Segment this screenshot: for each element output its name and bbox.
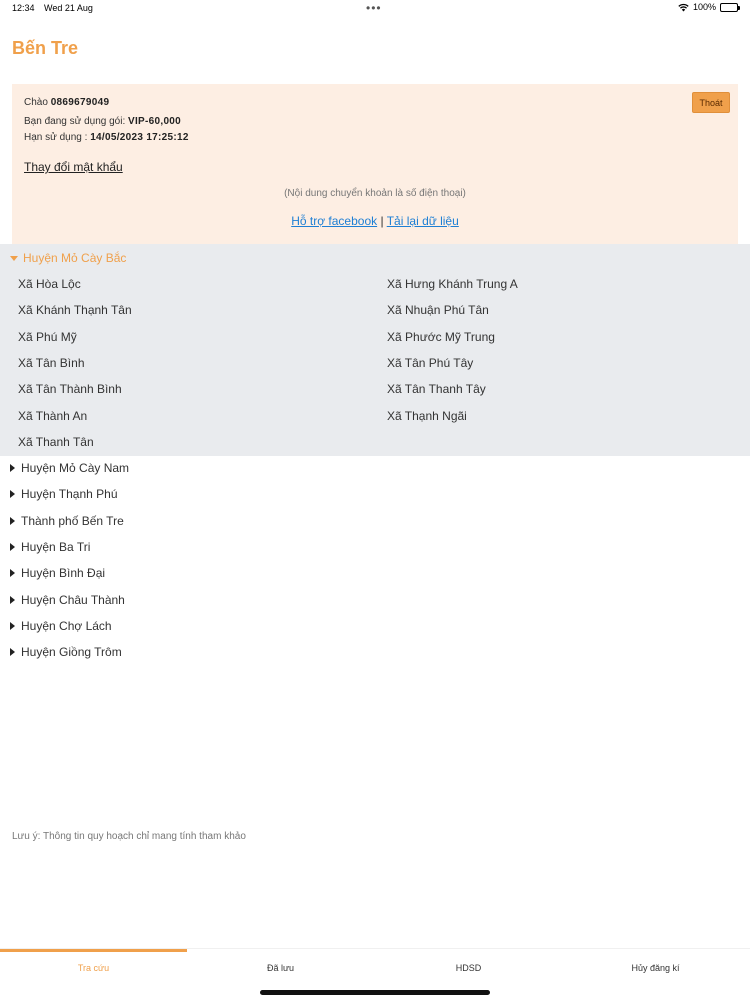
status-right: 100%: [678, 2, 740, 12]
battery-percent: 100%: [692, 2, 716, 12]
multitask-dots-icon[interactable]: •••: [366, 1, 382, 15]
expiry-label: Hạn sử dụng :: [24, 132, 88, 143]
support-links: Hỗ trợ facebook | Tải lại dữ liệu: [12, 214, 738, 228]
commune-item[interactable]: Xã Hưng Khánh Trung A: [387, 277, 518, 291]
commune-item[interactable]: Xã Khánh Thạnh Tân: [18, 303, 132, 317]
account-card: Chào 0869679049 Bạn đang sử dụng gói: VI…: [12, 84, 738, 244]
district-header-mo-cay-bac[interactable]: Huyện Mỏ Cày Bắc: [10, 251, 126, 265]
package-line: Bạn đang sử dụng gói: VIP-60,000: [24, 116, 181, 127]
wifi-icon: [678, 3, 689, 11]
district-item[interactable]: Huyện Ba Tri: [10, 540, 90, 554]
commune-item[interactable]: Xã Thành An: [18, 409, 87, 423]
commune-item[interactable]: Xã Hòa Lộc: [18, 277, 81, 291]
commune-item[interactable]: Xã Phú Mỹ: [18, 330, 77, 344]
active-tab-indicator: [0, 949, 187, 952]
home-indicator[interactable]: [260, 990, 490, 995]
district-item[interactable]: Thành phố Bến Tre: [10, 514, 124, 528]
facebook-support-link[interactable]: Hỗ trợ facebook: [291, 214, 377, 228]
status-bar: 12:34 Wed 21 Aug ••• 100%: [0, 0, 750, 18]
district-item[interactable]: Huyện Châu Thành: [10, 593, 125, 607]
district-item[interactable]: Huyện Chợ Lách: [10, 619, 112, 633]
status-time: 12:34: [12, 3, 35, 13]
caret-right-icon: [10, 648, 15, 656]
expanded-district: Huyện Mỏ Cày Bắc Xã Hòa Lộc Xã Khánh Thạ…: [0, 244, 750, 456]
district-label: Huyện Châu Thành: [21, 593, 125, 607]
commune-item[interactable]: Xã Tân Phú Tây: [387, 356, 473, 370]
caret-right-icon: [10, 490, 15, 498]
battery-icon: [720, 2, 740, 12]
page-title: Bến Tre: [12, 38, 79, 58]
district-item[interactable]: Huyện Giồng Trôm: [10, 645, 122, 659]
district-item[interactable]: Huyện Bình Đại: [10, 566, 105, 580]
caret-right-icon: [10, 464, 15, 472]
caret-right-icon: [10, 543, 15, 551]
link-separator: |: [380, 214, 384, 228]
commune-item[interactable]: Xã Tân Bình: [18, 356, 85, 370]
tab-unsubscribe[interactable]: Hủy đăng kí: [562, 963, 749, 973]
disclaimer-note: Lưu ý: Thông tin quy hoạch chỉ mang tính…: [12, 831, 246, 842]
status-date: Wed 21 Aug: [44, 3, 93, 13]
district-label: Huyện Giồng Trôm: [21, 645, 122, 659]
caret-down-icon: [10, 255, 18, 261]
commune-item[interactable]: Xã Tân Thành Bình: [18, 382, 122, 396]
tab-search[interactable]: Tra cứu: [0, 963, 187, 973]
package-label: Bạn đang sử dụng gói:: [24, 116, 126, 127]
tab-guide[interactable]: HDSD: [375, 963, 562, 973]
expiry-value: 14/05/2023 17:25:12: [90, 132, 189, 143]
commune-item[interactable]: Xã Thanh Tân: [18, 435, 94, 449]
district-label: Thành phố Bến Tre: [21, 514, 124, 528]
package-value: VIP-60,000: [128, 116, 182, 127]
commune-item[interactable]: Xã Tân Thanh Tây: [387, 382, 486, 396]
district-label: Huyện Chợ Lách: [21, 619, 112, 633]
caret-right-icon: [10, 596, 15, 604]
reload-data-link[interactable]: Tải lại dữ liệu: [387, 214, 459, 228]
commune-item[interactable]: Xã Thạnh Ngãi: [387, 409, 467, 423]
caret-right-icon: [10, 569, 15, 577]
district-item[interactable]: Huyện Thạnh Phú: [10, 487, 118, 501]
caret-right-icon: [10, 517, 15, 525]
district-name: Huyện Mỏ Cày Bắc: [23, 251, 127, 265]
commune-item[interactable]: Xã Nhuận Phú Tân: [387, 303, 489, 317]
logout-button[interactable]: Thoát: [692, 92, 730, 113]
change-password-link[interactable]: Thay đổi mật khẩu: [24, 160, 123, 174]
caret-right-icon: [10, 622, 15, 630]
greeting-label: Chào: [24, 97, 48, 108]
greeting-line: Chào 0869679049: [24, 97, 109, 108]
expiry-line: Hạn sử dụng : 14/05/2023 17:25:12: [24, 132, 189, 143]
phone-number: 0869679049: [50, 97, 110, 108]
district-item[interactable]: Huyện Mỏ Cày Nam: [10, 461, 129, 475]
district-label: Huyện Bình Đại: [21, 566, 106, 580]
tab-saved[interactable]: Đã lưu: [187, 963, 374, 973]
district-label: Huyện Thạnh Phú: [21, 487, 118, 501]
commune-item[interactable]: Xã Phước Mỹ Trung: [387, 330, 495, 344]
transfer-note: (Nội dung chuyển khoản là số điện thoại): [284, 188, 466, 199]
district-label: Huyện Ba Tri: [21, 540, 91, 554]
district-label: Huyện Mỏ Cày Nam: [21, 461, 130, 475]
